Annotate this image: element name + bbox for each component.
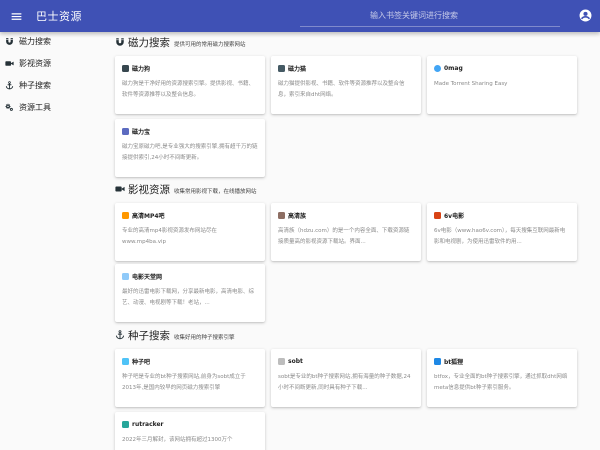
sidebar-item-magnet-search[interactable]: 磁力搜索 <box>0 30 108 52</box>
sidebar-item-label: 种子搜索 <box>19 80 51 90</box>
video-camera-icon <box>3 57 15 69</box>
site-card[interactable]: 电影天堂网 最好的迅雷电影下载网，分享最新电影，高清电影、综艺、动漫、电视剧等下… <box>115 264 265 322</box>
site-name: 磁力狗 <box>132 65 151 73</box>
site-logo-icon <box>434 357 441 365</box>
site-description: 高清族（hdzu.com）的是一个内容全面、下载资源链接质量高的影视资源下载站。… <box>278 228 410 245</box>
site-logo-icon <box>122 357 129 365</box>
site-card[interactable]: bt狐狸 btfox，专业全面的bt种子搜索引擎，通过抓取dht网络meta信息… <box>427 349 577 407</box>
sidebar-item-video-resources[interactable]: 影视资源 <box>0 52 108 74</box>
site-description: 专业的高清mp4影视资源发布网站尽在www.mp4ba.vip <box>122 228 217 245</box>
site-logo-icon <box>122 420 129 428</box>
site-name: 电影天堂网 <box>132 273 163 281</box>
site-description: btfox，专业全面的bt种子搜索引擎，通过抓取dht网络meta信息提供bt种… <box>434 374 568 391</box>
search-input[interactable] <box>300 5 560 27</box>
section-header-torrent: 种子搜索 收集好用的种子搜索引擎 <box>114 328 235 343</box>
site-card[interactable]: 高清族 高清族（hdzu.com）的是一个内容全面、下载资源链接质量高的影视资源… <box>271 203 421 261</box>
sidebar-item-label: 资源工具 <box>19 102 51 112</box>
site-card[interactable]: sobt sobt是专业的bt种子搜索网站,拥有海量的种子数据,24小时不间断更… <box>271 349 421 407</box>
site-description: sobt是专业的bt种子搜索网站,拥有海量的种子数据,24小时不间断更新,同时具… <box>278 374 411 391</box>
top-app-bar: 巴士资源 <box>0 0 600 32</box>
site-description: 磁力狗是干净好用的资源搜索引擎。提供影视、书籍、软件等资源推荐以及整合信息。 <box>122 81 255 98</box>
site-card[interactable]: 磁力宝 磁力宝原磁力吧,是专业强大的搜索引擎,拥有超千万的链接提供索引,24小时… <box>115 119 265 177</box>
site-logo-icon <box>122 127 129 135</box>
menu-icon <box>11 12 21 20</box>
site-card[interactable]: 6v电影 6v电影（www.hao6v.com），每天搜集互联网最新电影和电视剧… <box>427 203 577 261</box>
site-logo-icon <box>278 64 285 72</box>
site-name: rutracker <box>132 420 164 428</box>
site-name: 0mag <box>444 64 463 72</box>
site-logo-icon <box>122 211 129 219</box>
anchor-icon <box>3 79 15 91</box>
site-description: 种子吧是专业的bt种子搜索网站,前身为sobt成立于2013年,是国内较早的网页… <box>122 374 246 391</box>
site-logo-icon <box>434 64 441 72</box>
site-name: 高清MP4吧 <box>132 212 165 220</box>
site-name: 磁力宝 <box>132 128 151 136</box>
gears-icon <box>3 101 15 113</box>
section-title: 磁力搜索 <box>128 37 170 49</box>
section-subtitle: 提供可用的常用磁力搜索网站 <box>174 42 246 48</box>
site-logo-icon <box>278 357 285 365</box>
section-title: 影视资源 <box>128 184 170 196</box>
section-subtitle: 收集常用影视下载，在线播放网站 <box>174 189 257 195</box>
site-description: 磁力猫提供影视、书籍、软件等资源推荐以及整合信息，索引来自dht网络。 <box>278 81 405 98</box>
site-card[interactable]: 0mag Made Torrent Sharing Easy <box>427 56 577 114</box>
site-description: 最好的迅雷电影下载网，分享最新电影，高清电影、综艺、动漫、电视剧等下载！老站，.… <box>122 289 255 306</box>
section-subtitle: 收集好用的种子搜索引擎 <box>174 335 235 341</box>
site-card[interactable]: 种子吧 种子吧是专业的bt种子搜索网站,前身为sobt成立于2013年,是国内较… <box>115 349 265 407</box>
site-description: Made Torrent Sharing Easy <box>434 81 508 87</box>
site-name: bt狐狸 <box>444 358 464 366</box>
magnet-icon <box>114 36 126 48</box>
menu-button[interactable] <box>0 0 32 32</box>
main-content: 磁力搜索 提供可用的常用磁力搜索网站 磁力狗 磁力狗是干净好用的资源搜索引擎。提… <box>108 32 600 450</box>
site-logo-icon <box>122 64 129 72</box>
anchor-icon <box>114 329 126 341</box>
section-header-video: 影视资源 收集常用影视下载，在线播放网站 <box>114 182 257 197</box>
site-title: 巴士资源 <box>36 10 82 23</box>
magnet-icon <box>3 35 15 47</box>
section-header-magnet: 磁力搜索 提供可用的常用磁力搜索网站 <box>114 35 246 50</box>
section-title: 种子搜索 <box>128 330 170 342</box>
site-description: 磁力宝原磁力吧,是专业强大的搜索引擎,拥有超千万的链接提供索引,24小时不间断更… <box>122 144 258 161</box>
site-description: 2022年三月解封，该网站拥有超过1300万个 <box>122 437 233 443</box>
site-description: 6v电影（www.hao6v.com），每天搜集互联网最新电影和电视剧，为使用迅… <box>434 228 566 245</box>
site-logo-icon <box>122 272 129 280</box>
site-card[interactable]: 磁力狗 磁力狗是干净好用的资源搜索引擎。提供影视、书籍、软件等资源推荐以及整合信… <box>115 56 265 114</box>
site-name: 高清族 <box>288 212 307 220</box>
site-name: sobt <box>288 357 303 365</box>
sidebar: 磁力搜索 影视资源 种子搜索 资源工具 <box>0 32 108 450</box>
site-card[interactable]: 高清MP4吧 专业的高清mp4影视资源发布网站尽在www.mp4ba.vip <box>115 203 265 261</box>
site-name: 6v电影 <box>444 212 465 220</box>
sidebar-item-label: 磁力搜索 <box>19 36 51 46</box>
site-card[interactable]: 磁力猫 磁力猫提供影视、书籍、软件等资源推荐以及整合信息，索引来自dht网络。 <box>271 56 421 114</box>
site-logo-icon <box>434 211 441 219</box>
sidebar-item-torrent-search[interactable]: 种子搜索 <box>0 74 108 96</box>
site-name: 种子吧 <box>132 358 151 366</box>
account-circle-icon[interactable] <box>579 9 592 22</box>
site-logo-icon <box>278 211 285 219</box>
site-card[interactable]: rutracker 2022年三月解封，该网站拥有超过1300万个 <box>115 412 265 450</box>
video-camera-icon <box>114 183 126 195</box>
sidebar-item-resource-tools[interactable]: 资源工具 <box>0 96 108 118</box>
sidebar-item-label: 影视资源 <box>19 58 51 68</box>
site-name: 磁力猫 <box>288 65 307 73</box>
